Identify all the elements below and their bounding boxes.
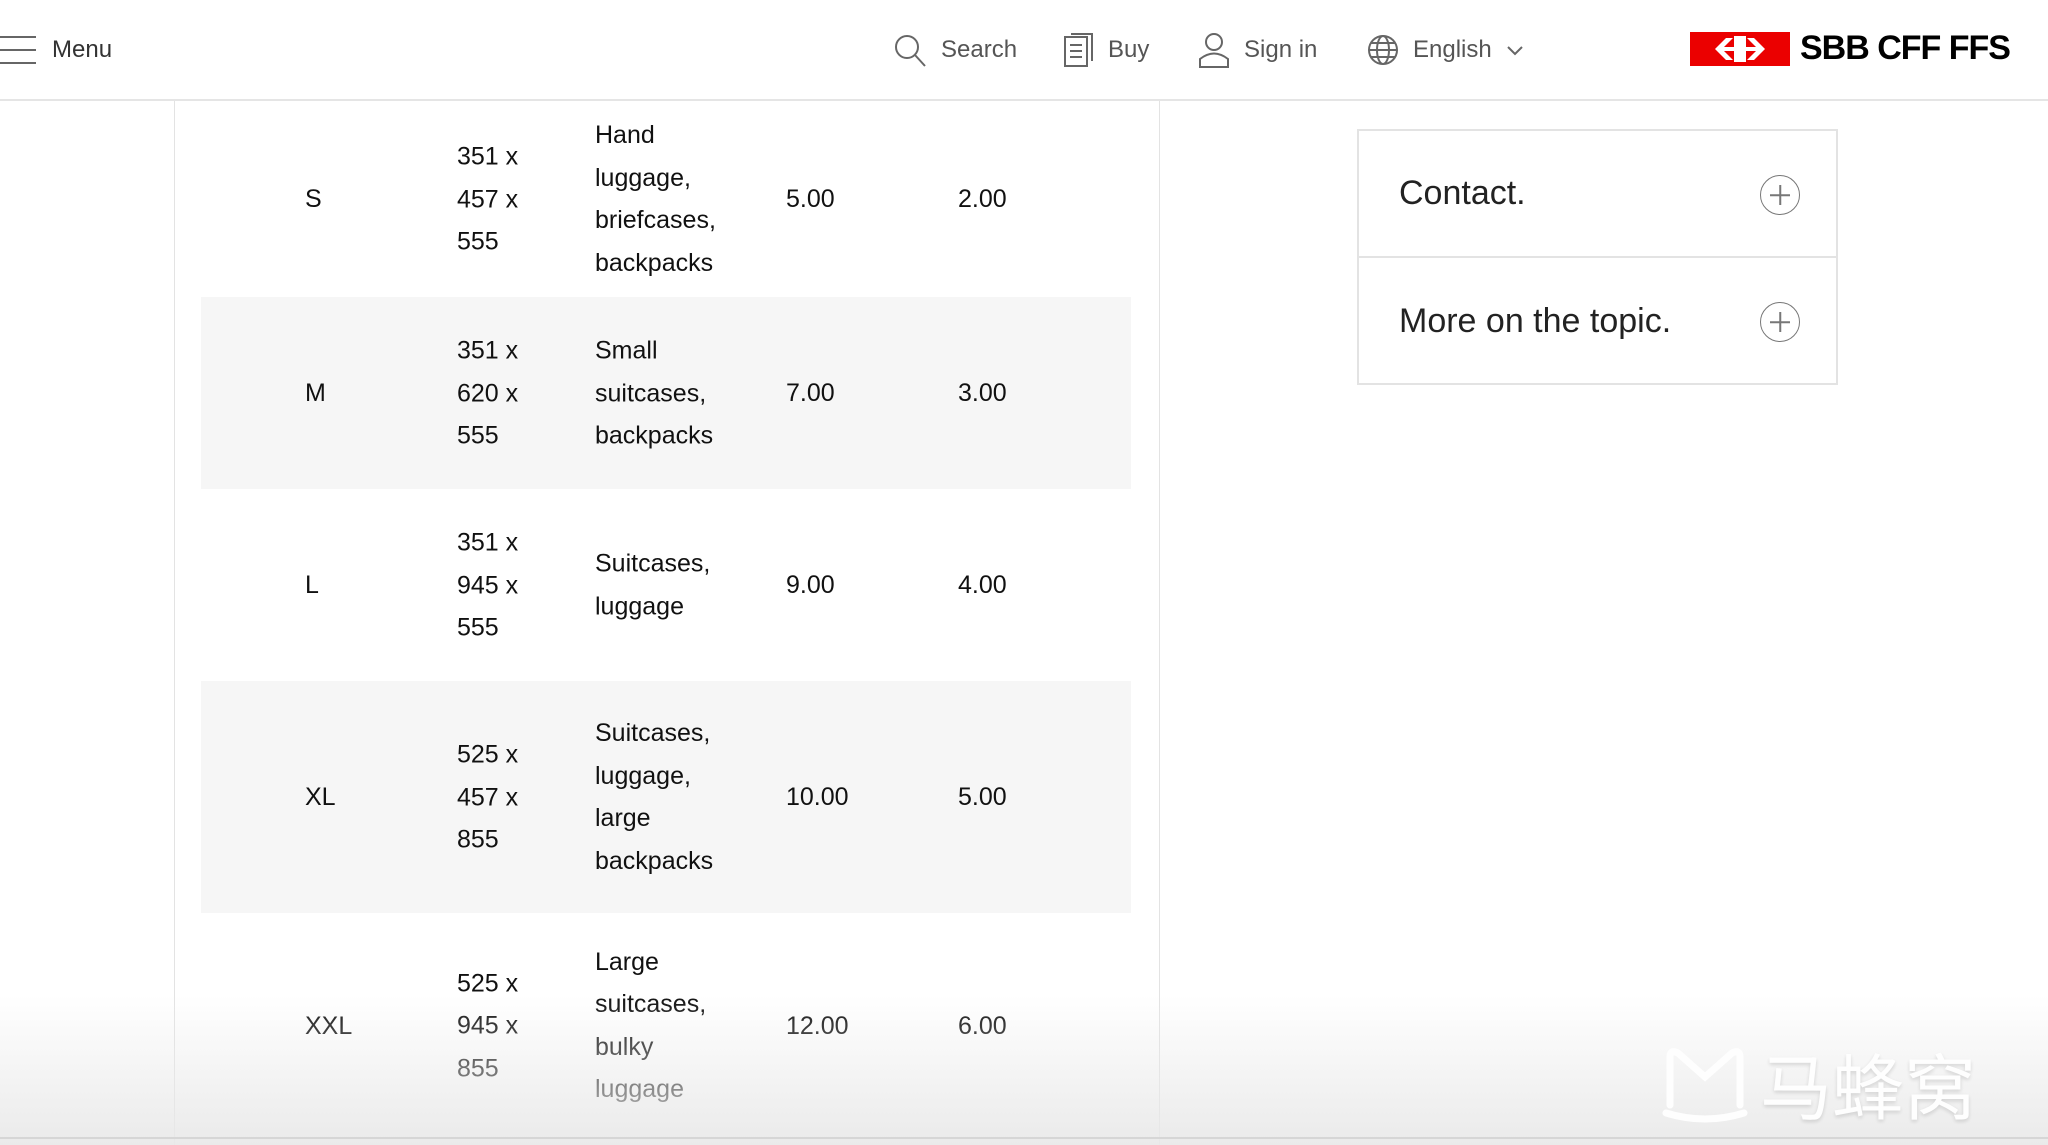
cell-line: 351 x	[457, 336, 519, 365]
cell-line: luggage	[595, 592, 684, 620]
cell-line: suitcases,	[595, 378, 707, 407]
plus-icon[interactable]	[1760, 175, 1800, 215]
cell-line: 555	[457, 227, 499, 256]
cell-line: suitcases,	[595, 990, 707, 1018]
sbb-logo-mark	[1690, 31, 1790, 66]
cell-price1: 9.00	[786, 570, 835, 599]
signin-label: Sign in	[1244, 36, 1318, 63]
cell-price1: 10.00	[786, 782, 849, 811]
cell-line: large	[595, 804, 651, 832]
cell-line: 555	[457, 613, 499, 642]
cell-line: 945 x	[457, 1011, 519, 1040]
cell-desc: Suitcases, luggage	[595, 543, 710, 628]
cell-line: luggage,	[595, 163, 691, 192]
divider	[1159, 101, 1160, 1145]
cell-line: 855	[457, 825, 499, 854]
plus-icon[interactable]	[1760, 302, 1800, 342]
cell-line: 855	[457, 1053, 499, 1082]
cell-line: 457 x	[457, 782, 519, 811]
sidebar-accordion: Contact. More on the topic.	[1357, 129, 1838, 385]
cell-line: backpacks	[595, 248, 714, 277]
cell-line: Suitcases,	[595, 719, 711, 747]
cell-dims: 525 x 457 x 855	[457, 733, 518, 861]
cell-line: 351 x	[457, 528, 519, 557]
table-row: XXL 525 x 945 x 855 Large suitcases, bulky lugg…	[201, 913, 1131, 1138]
mafengwo-logo-icon	[1662, 1047, 1748, 1122]
chevron-down-icon	[1507, 46, 1523, 56]
table-row: S 351 x 457 x 555 Hand luggage, briefcases, bac…	[201, 101, 1131, 297]
language-label: English	[1413, 36, 1492, 63]
accordion-label: More on the topic.	[1399, 302, 1672, 340]
cell-price2: 4.00	[958, 570, 1007, 599]
ticket-icon	[1064, 33, 1093, 67]
cell-line: backpacks	[595, 846, 714, 875]
cell-line: bulky	[595, 1032, 654, 1061]
search-icon	[895, 35, 926, 67]
cell-size: XXL	[305, 1011, 353, 1040]
buy-label: Buy	[1108, 36, 1150, 63]
cell-dims: 351 x 620 x 555	[457, 329, 518, 457]
cell-line: 351 x	[457, 142, 519, 171]
cell-price1: 12.00	[786, 1011, 849, 1040]
cell-dims: 525 x 945 x 855	[457, 962, 518, 1090]
cell-dims: 351 x 945 x 555	[457, 521, 518, 649]
cell-line: 620 x	[457, 378, 519, 407]
cell-price2: 2.00	[958, 184, 1007, 213]
accordion-more-on-topic[interactable]: More on the topic.	[1359, 258, 1836, 385]
watermark: 马蜂窝	[1660, 1030, 1976, 1135]
cell-price2: 5.00	[958, 782, 1007, 811]
accordion-label: Contact.	[1399, 174, 1526, 212]
signin-button[interactable]: Sign in	[1198, 0, 1317, 100]
cell-line: luggage	[595, 1075, 684, 1103]
cell-price1: 5.00	[786, 184, 835, 213]
cell-line: 525 x	[457, 968, 519, 997]
cell-price2: 6.00	[958, 1011, 1007, 1040]
cell-line: backpacks	[595, 421, 714, 450]
divider	[174, 101, 175, 1145]
sbb-logo-text: SBB CFF FFS	[1800, 29, 2011, 67]
cell-desc: Large suitcases, bulky luggage	[595, 941, 706, 1111]
sbb-logo[interactable]: SBB CFF FFS	[1690, 29, 2011, 68]
cell-desc: Hand luggage, briefcases, backpacks	[595, 114, 716, 284]
cell-size: M	[305, 378, 326, 407]
cell-line: 555	[457, 421, 499, 450]
cell-size: L	[305, 570, 319, 599]
cell-line: briefcases,	[595, 206, 716, 234]
cell-line: 525 x	[457, 740, 519, 769]
cell-dims: 351 x 457 x 555	[457, 135, 518, 263]
table-row: L 351 x 945 x 555 Suitcases, luggage 9.00 4.00	[201, 489, 1131, 681]
user-icon	[1199, 33, 1229, 68]
cell-line: Suitcases,	[595, 549, 711, 578]
table-row: XL 525 x 457 x 855 Suitcases, luggage, large ba…	[201, 681, 1131, 913]
cell-price1: 7.00	[786, 378, 835, 407]
accordion-contact[interactable]: Contact.	[1359, 131, 1836, 258]
cell-line: 945 x	[457, 570, 519, 599]
cell-desc: Suitcases, luggage, large backpacks	[595, 712, 713, 882]
cell-line: Hand	[595, 121, 655, 149]
cell-line: luggage,	[595, 761, 691, 790]
globe-icon	[1368, 35, 1398, 65]
cell-price2: 3.00	[958, 378, 1007, 407]
hamburger-icon	[0, 36, 36, 64]
language-select[interactable]: English	[1367, 0, 1524, 100]
menu-button[interactable]: Menu	[0, 0, 112, 100]
cell-size: XL	[305, 782, 336, 811]
cell-desc: Small suitcases, backpacks	[595, 329, 713, 457]
watermark-text: 马蜂窝	[1760, 1050, 1977, 1130]
cell-line: 457 x	[457, 184, 519, 213]
menu-label: Menu	[52, 36, 113, 63]
table-row: M 351 x 620 x 555 Small suitcases, backpacks 7.…	[201, 297, 1131, 489]
cell-line: Large	[595, 947, 659, 976]
search-button[interactable]: Search	[893, 0, 1017, 100]
buy-button[interactable]: Buy	[1064, 0, 1149, 100]
cell-size: S	[305, 184, 322, 213]
cell-line: Small	[595, 336, 658, 365]
bottom-border	[0, 1137, 2048, 1139]
site-header: Menu Search Buy Sign in English SBB CFF …	[0, 0, 2048, 101]
search-label: Search	[941, 36, 1018, 63]
